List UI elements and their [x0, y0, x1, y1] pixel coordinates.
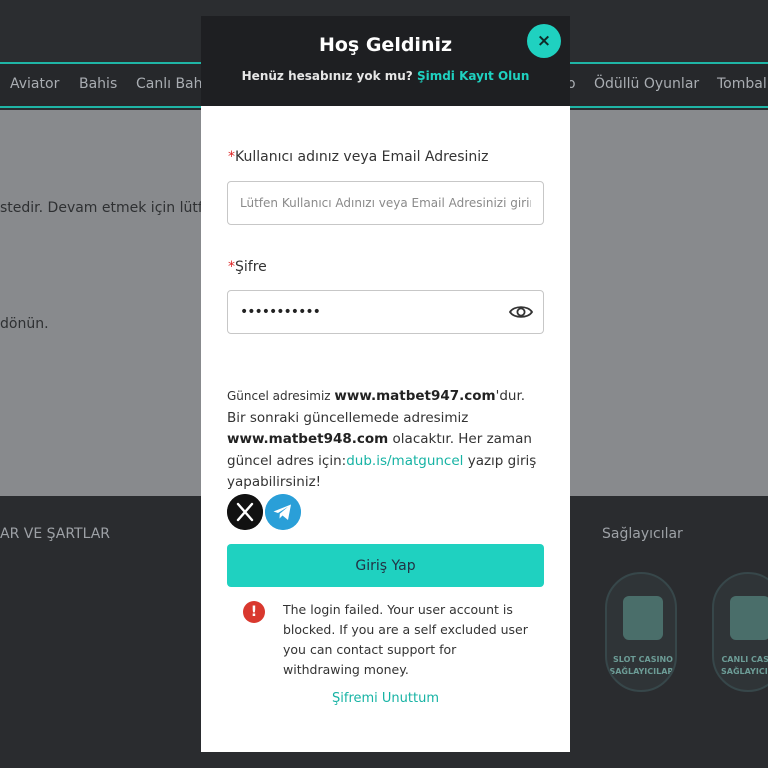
username-input[interactable]: [227, 181, 544, 225]
login-button[interactable]: Giriş Yap: [227, 544, 544, 587]
provider-label-line2: SAĞLAYICILA: [721, 667, 768, 676]
address-info: Güncel adresimiz www.matbet947.com'dur. …: [227, 388, 537, 490]
password-input[interactable]: [227, 290, 544, 334]
username-label-text: Kullanıcı adınız veya Email Adresiniz: [235, 149, 489, 165]
login-modal: Hoş Geldiniz Henüz hesabınız yok mu? Şim…: [201, 16, 570, 752]
footer-heading-terms: AR VE ŞARTLAR: [0, 526, 111, 542]
required-mark: *: [228, 259, 235, 275]
provider-label-line1: CANLI CASIN: [721, 655, 768, 664]
nav-item-tombala[interactable]: Tombal: [717, 76, 767, 92]
nav-item-bahis[interactable]: Bahis: [79, 76, 117, 92]
password-label-text: Şifre: [235, 259, 267, 275]
x-icon[interactable]: [227, 494, 263, 530]
login-error-message: The login failed. Your user account is b…: [283, 602, 528, 677]
close-button[interactable]: ×: [527, 24, 561, 58]
next-domain: www.matbet948.com: [227, 431, 389, 447]
current-domain: www.matbet947.com: [334, 388, 496, 404]
content-text-line-2: dönün.: [0, 316, 49, 332]
register-prompt: Henüz hesabınız yok mu?: [241, 69, 413, 83]
provider-live-casino[interactable]: CANLI CASIN SAĞLAYICILA: [712, 572, 768, 692]
roulette-icon: [730, 596, 768, 640]
password-label: *Şifre: [228, 259, 267, 275]
update-link[interactable]: dub.is/matguncel: [346, 453, 463, 469]
error-icon: !: [243, 601, 265, 623]
modal-header: Hoş Geldiniz Henüz hesabınız yok mu? Şim…: [201, 16, 570, 106]
content-text-line-1: stedir. Devam etmek için lütfen: [0, 200, 221, 216]
nav-item-canli-bahis[interactable]: Canlı Bah: [136, 76, 203, 92]
modal-title: Hoş Geldiniz: [318, 34, 453, 56]
footer-heading-providers: Sağlayıcılar: [602, 526, 683, 542]
nav-item-odullu-oyunlar[interactable]: Ödüllü Oyunlar: [594, 76, 699, 92]
provider-slot-casino[interactable]: SLOT CASINO SAĞLAYICILARI: [605, 572, 677, 692]
provider-label-line1: SLOT CASINO: [613, 655, 673, 664]
modal-subtitle: Henüz hesabınız yok mu? Şimdi Kayıt Olun: [201, 69, 570, 83]
provider-label-line2: SAĞLAYICILARI: [609, 667, 677, 676]
register-link[interactable]: Şimdi Kayıt Olun: [417, 69, 529, 83]
telegram-icon[interactable]: [265, 494, 301, 530]
slot-machine-icon: [623, 596, 663, 640]
nav-item-aviator[interactable]: Aviator: [10, 76, 59, 92]
username-label: *Kullanıcı adınız veya Email Adresiniz: [228, 149, 489, 165]
eye-icon[interactable]: [509, 304, 533, 320]
forgot-password-link[interactable]: Şifremi Unuttum: [201, 691, 570, 706]
required-mark: *: [228, 149, 235, 165]
